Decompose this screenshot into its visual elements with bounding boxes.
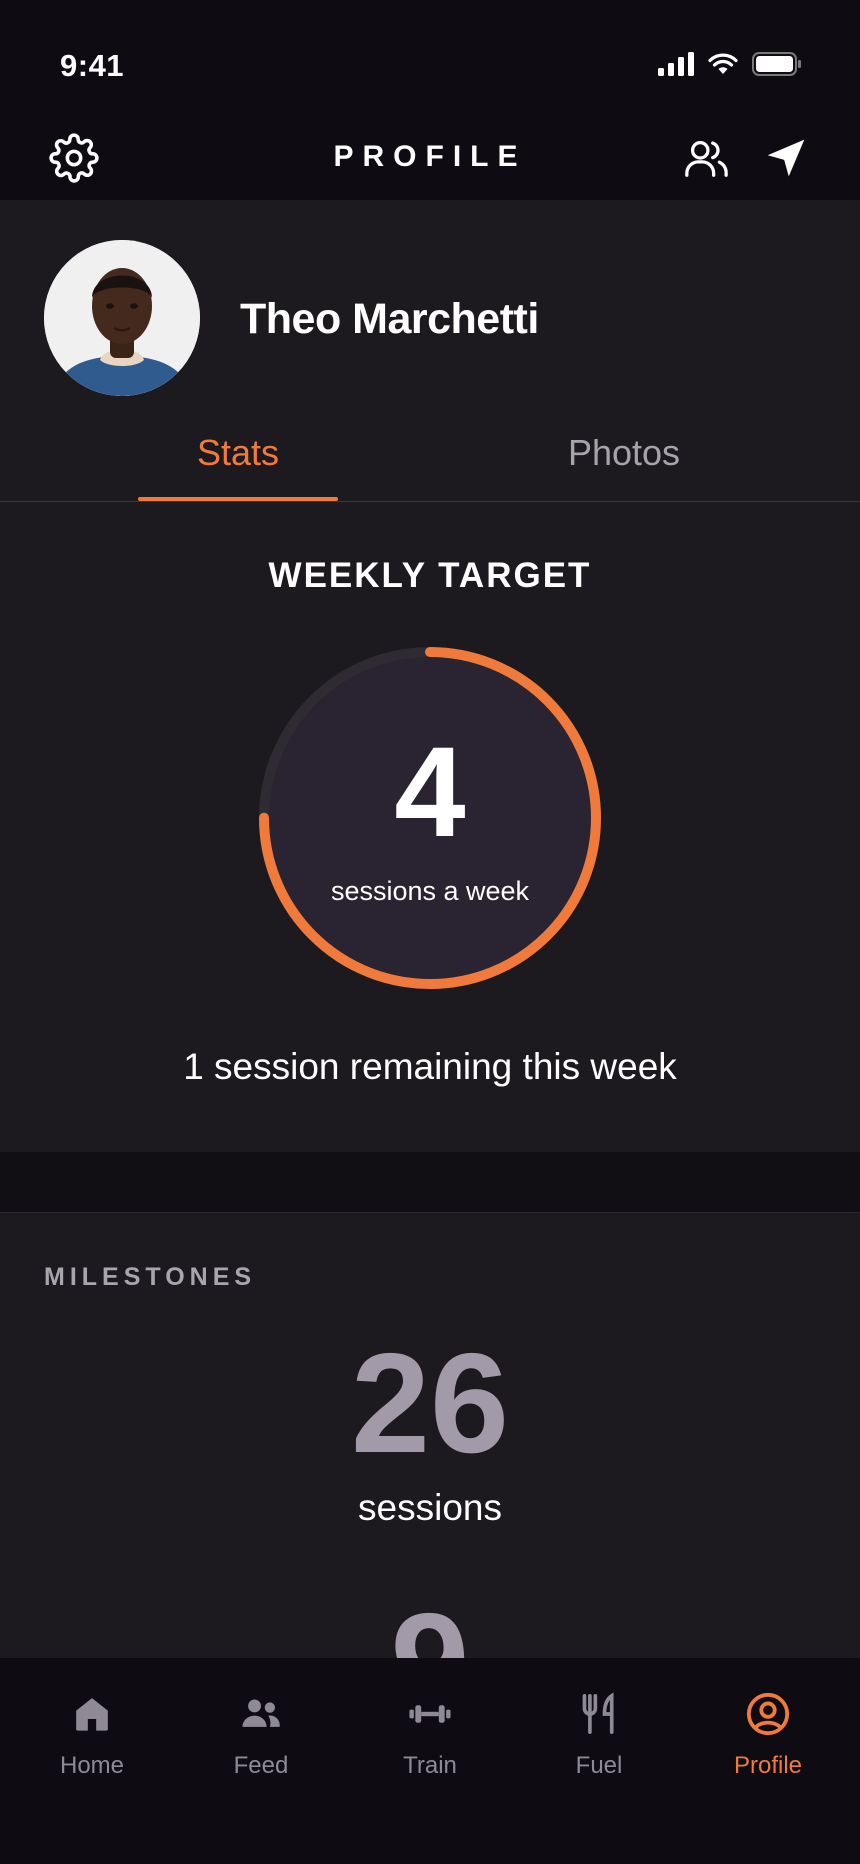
wifi-icon: [708, 53, 738, 80]
tab-stats[interactable]: Stats: [138, 432, 338, 474]
nav-home-label: Home: [59, 1752, 125, 1779]
signal-icon: [658, 52, 694, 81]
nav-fuel[interactable]: Fuel: [529, 1688, 669, 1780]
bottom-navigation: Home Feed Train Fuel Profile: [0, 1658, 860, 1864]
nav-train-label: Train: [403, 1752, 457, 1779]
weekly-target-ring[interactable]: 4 sessions a week: [256, 644, 604, 992]
milestone-sessions-label: sessions: [358, 1487, 502, 1528]
dumbbell-icon: [409, 1705, 451, 1723]
nav-feed-label: Feed: [233, 1752, 289, 1779]
profile-icon: [746, 1692, 790, 1736]
weekly-target-value: 4: [394, 721, 466, 864]
milestone-sessions-value: 26: [351, 1324, 509, 1483]
nav-home[interactable]: Home: [22, 1688, 162, 1780]
status-time: 9:41: [60, 48, 125, 83]
milestones-title: MILESTONES: [44, 1263, 257, 1291]
avatar[interactable]: [44, 240, 200, 396]
nav-profile-label: Profile: [733, 1752, 803, 1779]
friends-button[interactable]: [678, 130, 734, 186]
profile-section: Theo Marchetti Stats Photos: [0, 200, 860, 502]
section-divider: [0, 1152, 860, 1213]
profile-screen: 9:41 PROFILE Theo Marchetti Stats Photos…: [0, 0, 860, 1864]
app-header: PROFILE: [0, 110, 860, 200]
feed-icon: [242, 1699, 280, 1727]
status-icons: [658, 52, 802, 81]
weekly-target-title: WEEKLY TARGET: [268, 556, 592, 595]
navigation-button[interactable]: [758, 130, 814, 186]
location-arrow-icon: [767, 139, 805, 177]
fork-knife-icon: [582, 1692, 614, 1734]
nav-train[interactable]: Train: [360, 1688, 500, 1780]
user-name: Theo Marchetti: [240, 295, 539, 343]
weekly-target-unit: sessions a week: [330, 876, 530, 906]
home-icon: [76, 1698, 108, 1731]
milestones-card: MILESTONES 26 sessions 9: [0, 1213, 860, 1713]
nav-fuel-label: Fuel: [575, 1752, 623, 1779]
nav-profile[interactable]: Profile: [698, 1688, 838, 1780]
friends-icon: [685, 141, 728, 177]
nav-feed[interactable]: Feed: [191, 1688, 331, 1780]
active-tab-indicator: [138, 497, 338, 501]
weekly-target-card: WEEKLY TARGET 4 sessions a week 1 sessio…: [0, 502, 860, 1152]
sessions-remaining-text: 1 session remaining this week: [183, 1046, 677, 1087]
battery-icon: [752, 52, 802, 81]
tab-photos[interactable]: Photos: [524, 432, 724, 474]
profile-tabs: Stats Photos: [0, 426, 860, 502]
status-bar: 9:41: [0, 0, 860, 110]
